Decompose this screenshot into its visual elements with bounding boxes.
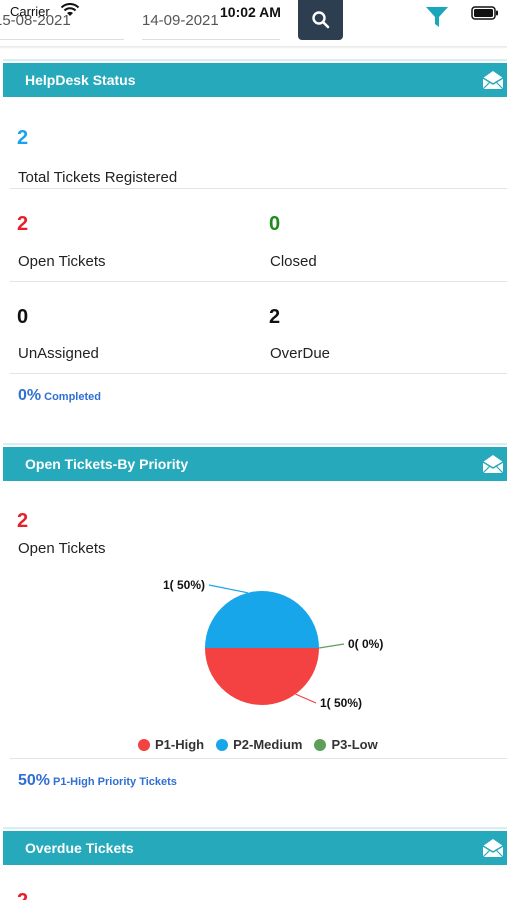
- total-tickets-count: 2: [17, 127, 29, 149]
- section-separator: [3, 827, 507, 829]
- closed-tickets-label: Closed: [270, 253, 317, 270]
- chart-legend: P1-High P2-Medium P3-Low: [138, 737, 378, 752]
- open-tickets-priority-label: Open Tickets: [18, 540, 106, 557]
- status-time: 10:02 AM: [220, 4, 281, 20]
- open-by-priority-header: Open Tickets-By Priority: [3, 447, 507, 481]
- wifi-icon: [60, 3, 80, 16]
- battery-icon: [471, 6, 498, 20]
- mail-icon[interactable]: [481, 69, 505, 91]
- p1-high-percent-value: 50%: [18, 772, 51, 789]
- completed-percent-text: Completed: [44, 391, 101, 403]
- p1-high-percent: 50% P1-High Priority Tickets: [18, 772, 177, 790]
- overdue-tickets-count: 2: [17, 890, 28, 900]
- top-bar: 15-08-2021 Carrier 14-09-2021 10:02 AM: [0, 0, 507, 49]
- legend-swatch: [138, 738, 150, 751]
- pie-slice-p2-medium[interactable]: [205, 591, 319, 648]
- overdue-tickets-title: Overdue Tickets: [25, 840, 134, 856]
- helpdesk-status-header: HelpDesk Status: [3, 63, 507, 97]
- divider: [10, 281, 507, 282]
- total-tickets-label: Total Tickets Registered: [18, 169, 178, 186]
- section-separator: [3, 59, 507, 61]
- completed-percent-value: 0%: [18, 387, 42, 404]
- unassigned-label: UnAssigned: [18, 345, 99, 362]
- completed-percent: 0% Completed: [18, 387, 101, 405]
- legend-label: P3-Low: [331, 737, 378, 752]
- legend-swatch: [216, 738, 229, 751]
- pie-leader-line: [295, 693, 317, 704]
- legend-label: P1-High: [155, 737, 205, 752]
- legend-swatch: [314, 738, 327, 751]
- legend-item-p2[interactable]: P2-Medium: [216, 737, 302, 752]
- legend-item-p3[interactable]: P3-Low: [314, 737, 378, 752]
- divider: [10, 758, 507, 759]
- mail-icon[interactable]: [481, 837, 505, 859]
- pie-leader-line: [318, 643, 345, 649]
- legend-item-p1[interactable]: P1-High: [138, 737, 204, 752]
- divider: [10, 373, 507, 374]
- section-separator: [3, 443, 507, 445]
- overdue-count[interactable]: 2: [269, 306, 280, 329]
- search-button[interactable]: [298, 0, 343, 40]
- pie-slice-label: 0( 0%): [348, 637, 383, 651]
- pie-leader-line: [208, 584, 248, 594]
- status-carrier: Carrier: [10, 4, 50, 19]
- closed-tickets-count[interactable]: 0: [269, 213, 280, 236]
- filter-icon[interactable]: [424, 4, 450, 30]
- overdue-tickets-header: Overdue Tickets: [3, 831, 507, 865]
- priority-pie-chart[interactable]: 1( 50%) 1( 50%) 0( 0%): [130, 570, 420, 730]
- unassigned-count[interactable]: 0: [17, 306, 28, 329]
- to-date-value: 14-09-2021: [142, 12, 219, 29]
- pie-slice-label: 1( 50%): [163, 578, 205, 592]
- top-bar-shadow: [0, 46, 507, 49]
- pie-slice-label: 1( 50%): [320, 696, 362, 710]
- overdue-label: OverDue: [270, 345, 331, 362]
- search-icon: [311, 11, 329, 29]
- open-by-priority-title: Open Tickets-By Priority: [25, 456, 189, 472]
- divider: [10, 188, 507, 189]
- helpdesk-status-title: HelpDesk Status: [25, 72, 136, 88]
- open-tickets-count[interactable]: 2: [17, 213, 28, 236]
- open-tickets-priority-count: 2: [17, 510, 29, 532]
- p1-high-percent-text: P1-High Priority Tickets: [53, 776, 177, 788]
- open-tickets-label: Open Tickets: [18, 253, 106, 270]
- legend-label: P2-Medium: [233, 737, 303, 752]
- mail-icon[interactable]: [481, 453, 505, 475]
